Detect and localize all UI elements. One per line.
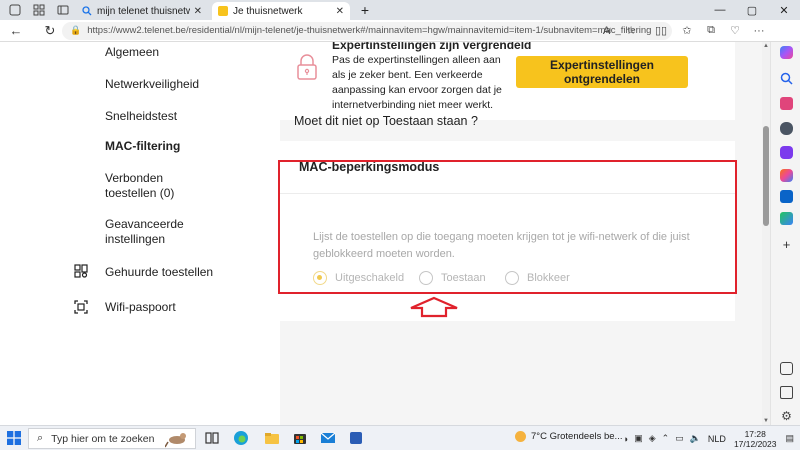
language-indicator[interactable]: NLD [708,434,726,444]
shopping-icon[interactable] [780,97,793,110]
clock[interactable]: 17:28 17/12/2023 [734,429,777,449]
favorite-star-icon[interactable]: ☆ [620,20,642,42]
sidebar-settings-icon[interactable]: ⚙ [780,410,793,423]
favorites-icon[interactable]: ✩ [676,20,698,42]
close-window-icon[interactable]: ✕ [768,0,800,20]
expert-settings-title: Expertinstellingen zijn vergrendeld [332,42,532,52]
rented-devices-icon [74,264,88,278]
search-highlight-bird-icon [164,430,189,448]
copilot-icon[interactable] [780,46,793,59]
taskbar-search-input[interactable]: ⌕ Typ hier om te zoeken [28,428,196,449]
browser-tab-bar: mijn telenet thuisnetwerk - Zoek ✕ Je th… [0,0,800,20]
taskbar-search-placeholder: Typ hier om te zoeken [51,432,155,445]
task-view-icon[interactable] [204,430,220,446]
collections-icon[interactable] [28,0,50,20]
maximize-icon[interactable]: ▢ [736,0,768,20]
url-field[interactable]: 🔒 https://www2.telenet.be/residential/nl… [62,21,672,40]
red-highlight-annotation [278,160,737,294]
back-arrow-icon[interactable]: ← [4,20,28,42]
volume-icon[interactable]: 🔈 [690,433,701,444]
lock-icon[interactable]: 🔒 [70,25,81,36]
tools-icon[interactable] [780,122,793,135]
extensions-icon[interactable]: ♡ [724,20,746,42]
page-content: Algemeen Netwerkveiligheid Snelheidstest… [0,42,762,425]
windows-start-icon[interactable] [7,431,21,445]
search-favicon-icon [82,6,92,16]
search-icon: ⌕ [37,432,44,444]
user-question-annotation: Moet dit niet op Toestaan staan ? [294,114,478,128]
add-sidebar-icon[interactable]: + [780,238,793,251]
tray-app-icon[interactable]: ▣ [634,433,643,444]
clock-time: 17:28 [744,428,766,439]
system-tray: ◑ ▣ ◈ ⌃ ▭ 🔈 NLD 17:28 17/12/2023 ▤ [620,426,800,450]
scrollbar-thumb[interactable] [763,126,769,226]
sidebar-item-algemeen[interactable]: Algemeen [105,45,159,60]
edge-taskbar-icon[interactable] [233,430,249,446]
file-explorer-icon[interactable] [264,430,280,446]
scroll-up-icon[interactable]: ▲ [762,42,770,50]
padlock-icon [295,54,319,80]
weather-cloud-icon [515,431,526,442]
new-tab-button[interactable]: + [354,0,376,20]
games-icon[interactable] [780,146,793,159]
telenet-favicon-icon [218,6,228,16]
tab-label: mijn telenet thuisnetwerk - Zoek [97,5,190,17]
sidebar-item-snelheidstest[interactable]: Snelheidstest [105,109,177,124]
outlook-icon[interactable] [780,190,793,203]
weather-widget[interactable]: 7°C Grotendeels be... [515,431,622,442]
sidebar-item-gehuurde-toestellen[interactable]: Gehuurde toestellen [105,265,213,280]
unlock-expert-settings-button[interactable]: Expertinstellingen ontgrendelen [516,56,688,88]
store-icon[interactable] [292,430,308,446]
tab-search[interactable]: mijn telenet thuisnetwerk - Zoek ✕ [76,2,208,20]
sidebar-item-netwerkveiligheid[interactable]: Netwerkveiligheid [105,77,199,92]
refresh-icon[interactable]: ↻ [38,20,62,42]
read-aloud-icon[interactable]: Aʲ [596,20,618,42]
sidebar-item-geavanceerde-instellingen[interactable]: Geavanceerde instellingen [105,217,205,247]
close-tab-icon[interactable]: ✕ [336,6,344,17]
split-screen-icon[interactable]: ▯▯ [650,20,672,42]
sidebar-item-mac-filtering[interactable]: MAC-filtering [105,139,180,154]
minimize-icon[interactable]: — [704,0,736,20]
microsoft-365-icon[interactable] [780,169,793,182]
sidebar-item-wifi-paspoort[interactable]: Wifi-paspoort [105,300,176,315]
tab-actions-icon[interactable] [52,0,74,20]
search-sidebar-icon[interactable] [780,72,793,85]
split-view-icon[interactable] [780,362,793,375]
expert-settings-text: Pas de expertinstellingen alleen aan als… [332,54,502,111]
windows-taskbar: ⌕ Typ hier om te zoeken 7°C Grotendeels … [0,425,800,450]
taskbar-app-icon[interactable] [348,430,364,446]
tray-app-icon[interactable]: ◈ [649,433,656,444]
weather-text: 7°C Grotendeels be... [531,431,623,442]
tray-app-icon[interactable]: ◑ [623,434,628,444]
close-tab-icon[interactable]: ✕ [194,6,202,17]
wifi-passport-icon [74,300,88,314]
mail-icon[interactable] [320,430,336,446]
scroll-down-icon[interactable]: ▼ [762,417,770,425]
clock-date: 17/12/2023 [733,438,777,449]
collections-toolbar-icon[interactable]: ⧉ [700,20,722,42]
sidebar-item-verbonden-toestellen[interactable]: Verbonden toestellen (0) [105,171,215,201]
edge-sidebar: + ⚙ [770,42,800,425]
open-external-icon[interactable] [780,386,793,399]
designer-icon[interactable] [780,212,793,225]
up-arrow-annotation-icon [410,296,458,318]
profile-icon[interactable] [4,0,26,20]
tab-label: Je thuisnetwerk [233,5,303,17]
expert-settings-card: Expertinstellingen zijn vergrendeld Pas … [280,42,735,120]
network-icon[interactable]: ▭ [675,433,684,444]
more-menu-icon[interactable]: ··· [748,20,770,42]
url-text: https://www2.telenet.be/residential/nl/m… [87,25,652,36]
chevron-up-icon[interactable]: ⌃ [662,433,670,444]
address-bar: ← ↻ 🔒 https://www2.telenet.be/residentia… [0,20,800,42]
notification-icon[interactable]: ▤ [785,433,794,444]
tab-je-thuisnetwerk[interactable]: Je thuisnetwerk ✕ [212,2,350,20]
page-scrollbar[interactable]: ▲ ▼ [762,42,770,425]
